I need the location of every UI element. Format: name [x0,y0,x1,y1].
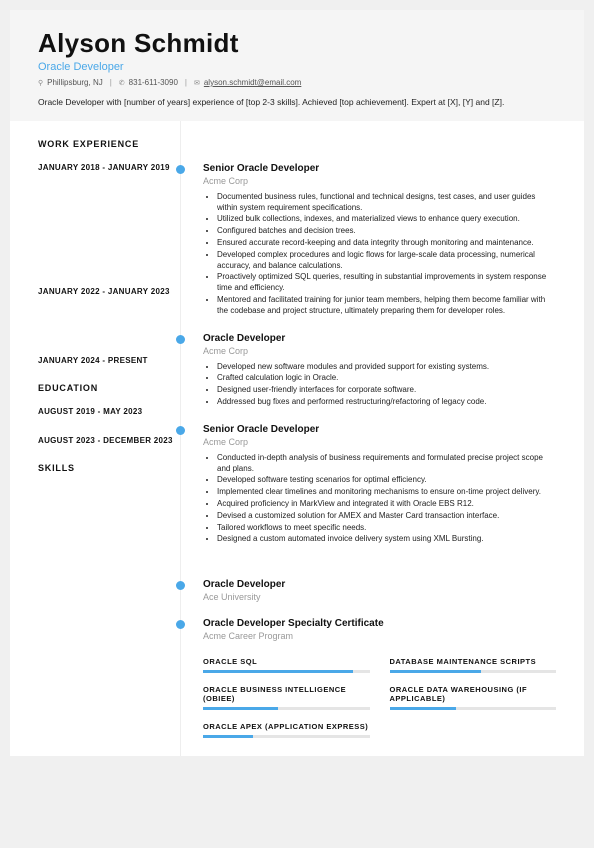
education-entry: Oracle Developer Specialty Certificate A… [181,618,556,641]
degree-title: Oracle Developer Specialty Certificate [203,618,556,629]
timeline-dot-icon [176,165,185,174]
phone-text: 831-611-3090 [129,78,178,87]
bullet-item: Addressed bug fixes and performed restru… [217,397,556,408]
skill-item: ORACLE SQL [203,657,370,673]
timeline-dot-icon [176,426,185,435]
experience-entry: Senior Oracle Developer Acme Corp Docume… [181,163,556,317]
school-name: Ace University [203,592,556,602]
location-text: Phillipsburg, NJ [47,78,103,87]
bullet-item: Ensured accurate record-keeping and data… [217,238,556,249]
job-dates: JANUARY 2022 - JANUARY 2023 [38,287,180,296]
skill-item: DATABASE MAINTENANCE SCRIPTS [390,657,557,673]
section-skills-label: SKILLS [38,463,180,473]
timeline-dot-icon [176,581,185,590]
bullet-item: Crafted calculation logic in Oracle. [217,373,556,384]
bullet-list: Conducted in-depth analysis of business … [203,453,556,545]
skill-fill [390,707,457,710]
resume-header: Alyson Schmidt Oracle Developer ⚲ Philli… [10,10,584,121]
left-column: WORK EXPERIENCE JANUARY 2018 - JANUARY 2… [10,121,180,756]
degree-title: Oracle Developer [203,579,556,590]
bullet-item: Proactively optimized SQL queries, resul… [217,272,556,294]
bullet-list: Developed new software modules and provi… [203,362,556,408]
skills-grid: ORACLE SQL DATABASE MAINTENANCE SCRIPTS … [181,657,556,738]
job-dates: JANUARY 2018 - JANUARY 2019 [38,163,180,172]
separator: | [110,78,112,87]
skill-bar [203,735,370,738]
bullet-list: Documented business rules, functional an… [203,192,556,317]
bullet-item: Developed software testing scenarios for… [217,475,556,486]
section-education-label: EDUCATION [38,383,180,393]
skill-label: ORACLE DATA WAREHOUSING (IF APPLICABLE) [390,685,557,703]
edu-dates: AUGUST 2019 - MAY 2023 [38,407,180,416]
company-name: Acme Corp [203,346,556,356]
bullet-item: Developed new software modules and provi… [217,362,556,373]
skill-label: ORACLE BUSINESS INTELLIGENCE (OBIEE) [203,685,370,703]
school-name: Acme Career Program [203,631,556,641]
phone-icon: ✆ [119,79,125,87]
email-icon: ✉ [194,79,200,87]
skill-fill [390,670,482,673]
edu-dates: AUGUST 2023 - DECEMBER 2023 [38,436,180,445]
applicant-title: Oracle Developer [38,61,556,73]
location-icon: ⚲ [38,79,43,87]
email-link[interactable]: alyson.schmidt@email.com [204,78,301,87]
bullet-item: Devised a customized solution for AMEX a… [217,511,556,522]
timeline-dot-icon [176,335,185,344]
bullet-item: Conducted in-depth analysis of business … [217,453,556,475]
skill-fill [203,735,253,738]
skill-item: ORACLE BUSINESS INTELLIGENCE (OBIEE) [203,685,370,710]
skill-item: ORACLE APEX (APPLICATION EXPRESS) [203,722,370,738]
bullet-item: Utilized bulk collections, indexes, and … [217,214,556,225]
job-title: Senior Oracle Developer [203,163,556,174]
section-work-label: WORK EXPERIENCE [38,139,180,149]
skill-bar [203,707,370,710]
bullet-item: Implemented clear timelines and monitori… [217,487,556,498]
applicant-name: Alyson Schmidt [38,28,556,59]
bullet-item: Mentored and facilitated training for ju… [217,295,556,317]
bullet-item: Tailored workflows to meet specific need… [217,523,556,534]
job-title: Oracle Developer [203,333,556,344]
skill-label: ORACLE SQL [203,657,370,666]
bullet-item: Designed user-friendly interfaces for co… [217,385,556,396]
job-title: Senior Oracle Developer [203,424,556,435]
company-name: Acme Corp [203,437,556,447]
bullet-item: Documented business rules, functional an… [217,192,556,214]
separator: | [185,78,187,87]
bullet-item: Configured batches and decision trees. [217,226,556,237]
resume-body: WORK EXPERIENCE JANUARY 2018 - JANUARY 2… [10,121,584,756]
skill-label: DATABASE MAINTENANCE SCRIPTS [390,657,557,666]
skill-item: ORACLE DATA WAREHOUSING (IF APPLICABLE) [390,685,557,710]
skill-bar [203,670,370,673]
bullet-item: Acquired proficiency in MarkView and int… [217,499,556,510]
contact-row: ⚲ Phillipsburg, NJ | ✆ 831-611-3090 | ✉ … [38,78,556,87]
bullet-item: Designed a custom automated invoice deli… [217,534,556,545]
skill-fill [203,707,278,710]
experience-entry: Senior Oracle Developer Acme Corp Conduc… [181,424,556,545]
company-name: Acme Corp [203,176,556,186]
bullet-item: Developed complex procedures and logic f… [217,250,556,272]
education-entry: Oracle Developer Ace University [181,579,556,602]
summary-text: Oracle Developer with [number of years] … [38,97,556,109]
skill-label: ORACLE APEX (APPLICATION EXPRESS) [203,722,370,731]
experience-entry: Oracle Developer Acme Corp Developed new… [181,333,556,408]
skill-fill [203,670,353,673]
right-column: Senior Oracle Developer Acme Corp Docume… [180,121,584,756]
skill-bar [390,707,557,710]
resume-page: Alyson Schmidt Oracle Developer ⚲ Philli… [10,10,584,756]
timeline-dot-icon [176,620,185,629]
job-dates: JANUARY 2024 - PRESENT [38,356,180,365]
skill-bar [390,670,557,673]
